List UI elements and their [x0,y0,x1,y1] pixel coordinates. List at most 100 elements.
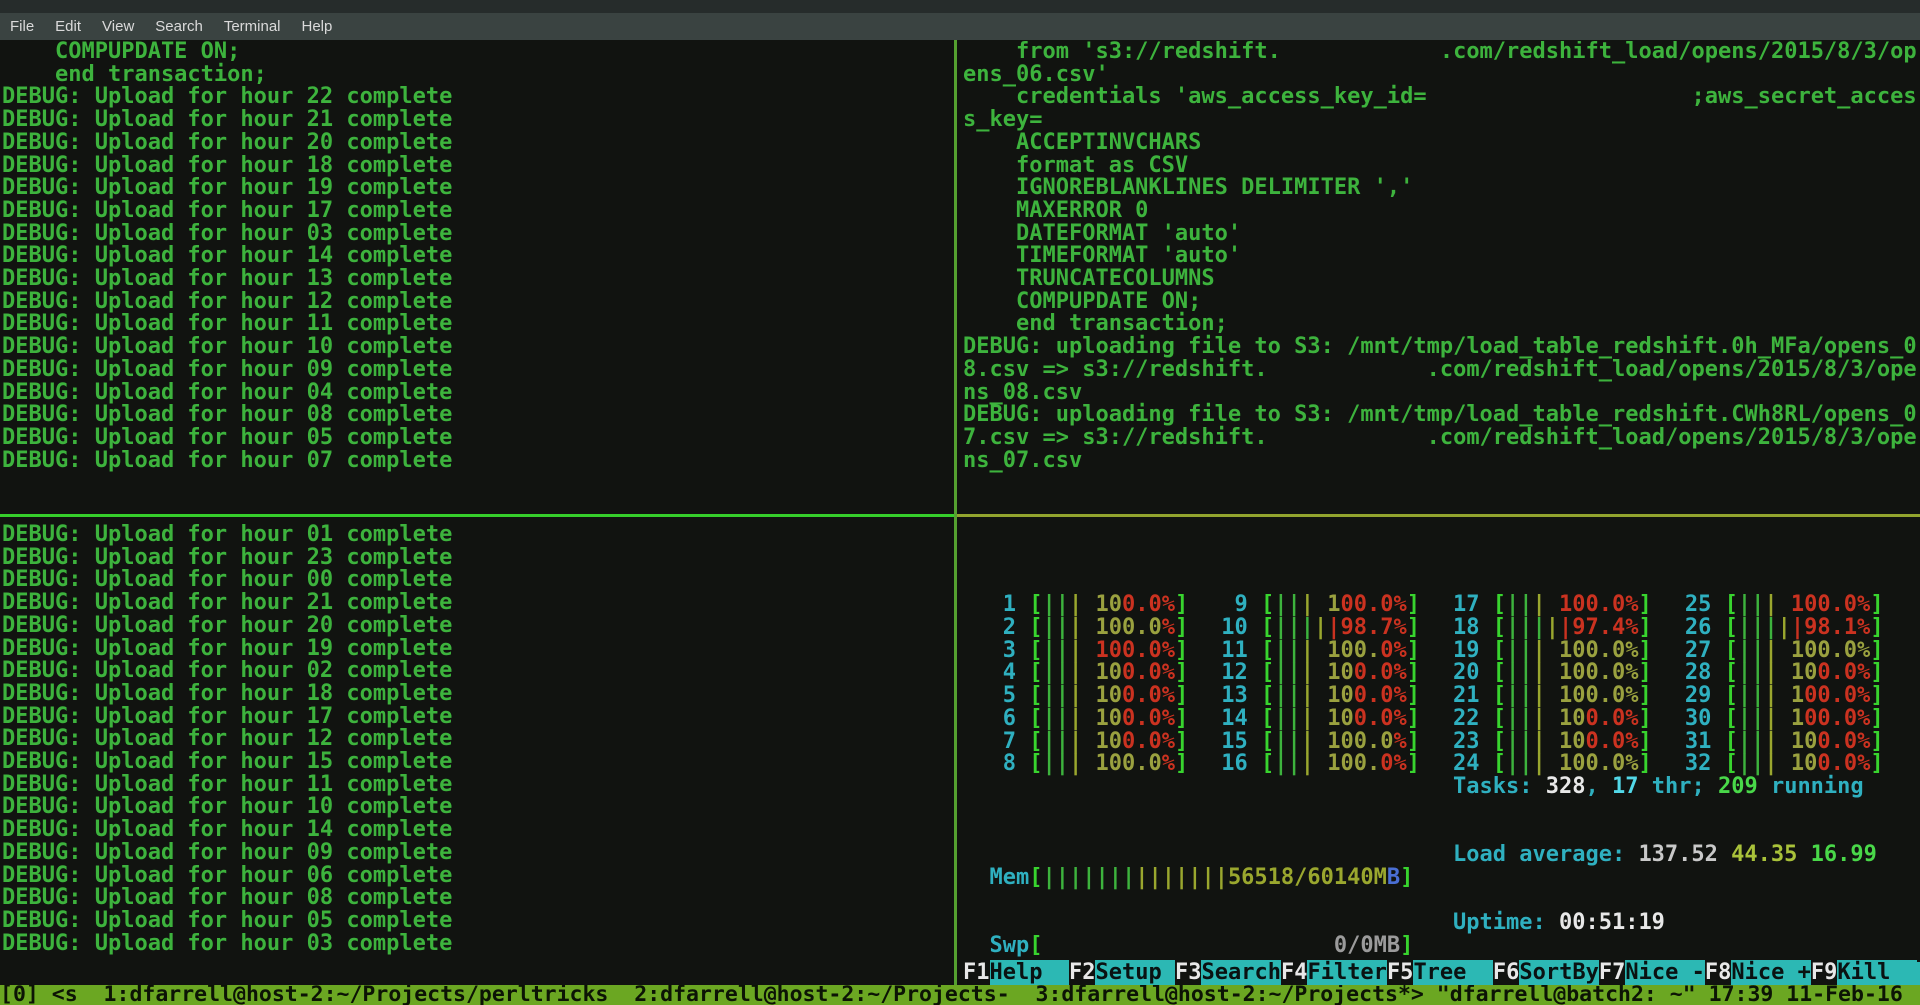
log-line: DEBUG: uploading file to S3: /mnt/tmp/lo… [963,336,1920,359]
log-line: DEBUG: Upload for hour 12 complete [2,728,952,751]
screen-status-bar: [0] <s 1:dfarrell@host-2:~/Projects/perl… [0,985,1920,1005]
log-line: DEBUG: Upload for hour 14 complete [2,819,952,842]
log-line: DEBUG: Upload for hour 18 complete [2,683,952,706]
cpu-meter-20: 20 [||| 100.0%] [1453,662,1652,685]
menu-edit[interactable]: Edit [55,18,81,35]
log-line: DEBUG: Upload for hour 10 complete [2,796,952,819]
log-line: DEBUG: Upload for hour 18 complete [2,155,952,178]
log-line: ns_07.csv [963,450,1920,473]
log-line: DEBUG: Upload for hour 11 complete [2,313,952,336]
menu-search[interactable]: Search [155,18,203,35]
menu-file[interactable]: File [10,18,34,35]
log-line: DEBUG: Upload for hour 15 complete [2,751,952,774]
fkey-bar: F1Help F2Setup F3SearchF4FilterF5Tree F6… [963,962,1920,985]
uptime-value: 00:51:19 [1559,910,1665,935]
cpu-meter-17: 17 [||| 100.0%] [1453,594,1652,617]
fkey-f4-filter[interactable]: F4Filter [1281,962,1387,985]
log-line: DEBUG: Upload for hour 05 complete [2,910,952,933]
menu-help[interactable]: Help [302,18,333,35]
fkey-f8-nice-[interactable]: F8Nice + [1705,962,1811,985]
log-line: ens_06.csv' [963,64,1920,87]
pane-divider-horizontal-left[interactable] [0,514,954,517]
log-line: DEBUG: Upload for hour 19 complete [2,638,952,661]
log-line: DEBUG: Upload for hour 10 complete [2,336,952,359]
tasks-label: Tasks: [1453,774,1546,799]
cpu-meter-1: 1 [||| 100.0%] [989,594,1188,617]
tasks-threads-label: thr; [1638,774,1717,799]
load-5min: 44.35 [1731,842,1810,867]
log-line: 7.csv => s3://redshift. .com/redshift_lo… [963,427,1920,450]
log-line: end transaction; [963,313,1920,336]
screen-status-text: [0] <s 1:dfarrell@host-2:~/Projects/perl… [0,985,1903,1005]
terminal-window: File Edit View Search Terminal Help COMP… [0,0,1920,1005]
cpu-meter-26: 26 [|||||98.1%] [1685,617,1884,640]
log-line: DEBUG: Upload for hour 08 complete [2,404,952,427]
fkey-f1-help[interactable]: F1Help [963,962,1069,985]
load-1min: 137.52 [1638,842,1731,867]
tasks-running: 209 [1718,774,1758,799]
log-line: DEBUG: Upload for hour 20 complete [2,615,952,638]
pane-top-left-log[interactable]: COMPUPDATE ON; end transaction;DEBUG: Up… [0,41,952,513]
fkey-f3-search[interactable]: F3Search [1175,962,1281,985]
cpu-meter-22: 22 [||| 100.0%] [1453,708,1652,731]
cpu-meter-8: 8 [||| 100.0%] [989,753,1188,776]
log-line: ACCEPTINVCHARS [963,132,1920,155]
log-line: DEBUG: Upload for hour 02 complete [2,660,952,683]
log-line: DATEFORMAT 'auto' [963,223,1920,246]
cpu-meter-10: 10 [|||||98.7%] [1221,617,1420,640]
tasks-threads: 17 [1612,774,1639,799]
log-line: DEBUG: Upload for hour 00 complete [2,569,952,592]
log-line: DEBUG: Upload for hour 19 complete [2,177,952,200]
cpu-meter-28: 28 [||| 100.0%] [1685,662,1884,685]
cpu-meter-27: 27 [||| 100.0%] [1685,640,1884,663]
cpu-meter-25: 25 [||| 100.0%] [1685,594,1884,617]
menu-terminal[interactable]: Terminal [224,18,281,35]
cpu-meter-29: 29 [||| 100.0%] [1685,685,1884,708]
log-line: credentials 'aws_access_key_id= ;aws_sec… [963,86,1920,109]
cpu-meter-30: 30 [||| 100.0%] [1685,708,1884,731]
log-line: TRUNCATECOLUMNS [963,268,1920,291]
tasks-running-label: running [1758,774,1864,799]
log-line: DEBUG: Upload for hour 17 complete [2,200,952,223]
fkey-f7-nice-[interactable]: F7Nice - [1599,962,1705,985]
log-line: DEBUG: Upload for hour 11 complete [2,774,952,797]
log-line: format as CSV [963,155,1920,178]
cpu-meter-21: 21 [||| 100.0%] [1453,685,1652,708]
cpu-meter-2: 2 [||| 100.0%] [989,617,1188,640]
log-line: s_key= [963,109,1920,132]
fkey-f6-sortby[interactable]: F6SortBy [1493,962,1599,985]
log-line: DEBUG: Upload for hour 08 complete [2,887,952,910]
pane-htop[interactable]: 1 [||| 100.0%] 2 [||| 100.0%] 3 [||| 100… [958,517,1920,985]
log-line: DEBUG: Upload for hour 07 complete [2,450,952,473]
log-line: DEBUG: Upload for hour 12 complete [2,291,952,314]
log-line: DEBUG: Upload for hour 03 complete [2,933,952,956]
log-line: DEBUG: Upload for hour 17 complete [2,706,952,729]
log-line: from 's3://redshift. .com/redshift_load/… [963,41,1920,64]
log-line: DEBUG: Upload for hour 04 complete [2,382,952,405]
load-15min: 16.99 [1811,842,1877,867]
log-line: DEBUG: Upload for hour 05 complete [2,427,952,450]
log-line: DEBUG: Upload for hour 22 complete [2,86,952,109]
cpu-meter-3: 3 [||| 100.0%] [989,640,1188,663]
fkey-f9-kill[interactable]: F9Kill [1811,962,1917,985]
log-line: 8.csv => s3://redshift. .com/redshift_lo… [963,359,1920,382]
window-titlebar[interactable] [0,0,1920,13]
cpu-meter-16: 16 [||| 100.0%] [1221,753,1420,776]
log-line: TIMEFORMAT 'auto' [963,245,1920,268]
log-line: DEBUG: Upload for hour 01 complete [2,524,952,547]
htop-summary: Tasks: 328, 17 thr; 209 running Load ave… [1453,731,1877,981]
menu-view[interactable]: View [102,18,134,35]
log-line: IGNOREBLANKLINES DELIMITER ',' [963,177,1920,200]
fkey-f5-tree[interactable]: F5Tree [1387,962,1493,985]
pane-divider-vertical[interactable] [954,40,957,985]
pane-top-right-log[interactable]: from 's3://redshift. .com/redshift_load/… [958,41,1920,513]
cpu-meter-9: 9 [||| 100.0%] [1221,594,1420,617]
pane-bottom-left-log[interactable]: DEBUG: Upload for hour 01 complete DEBUG:… [0,524,952,979]
uptime-label: Uptime: [1453,910,1559,935]
log-line: DEBUG: uploading file to S3: /mnt/tmp/lo… [963,404,1920,427]
cpu-meter-18: 18 [|||||97.4%] [1453,617,1652,640]
tasks-sep: , [1585,774,1612,799]
cpu-meter-5: 5 [||| 100.0%] [989,685,1188,708]
log-line: DEBUG: Upload for hour 06 complete [2,865,952,888]
fkey-f2-setup[interactable]: F2Setup [1069,962,1175,985]
